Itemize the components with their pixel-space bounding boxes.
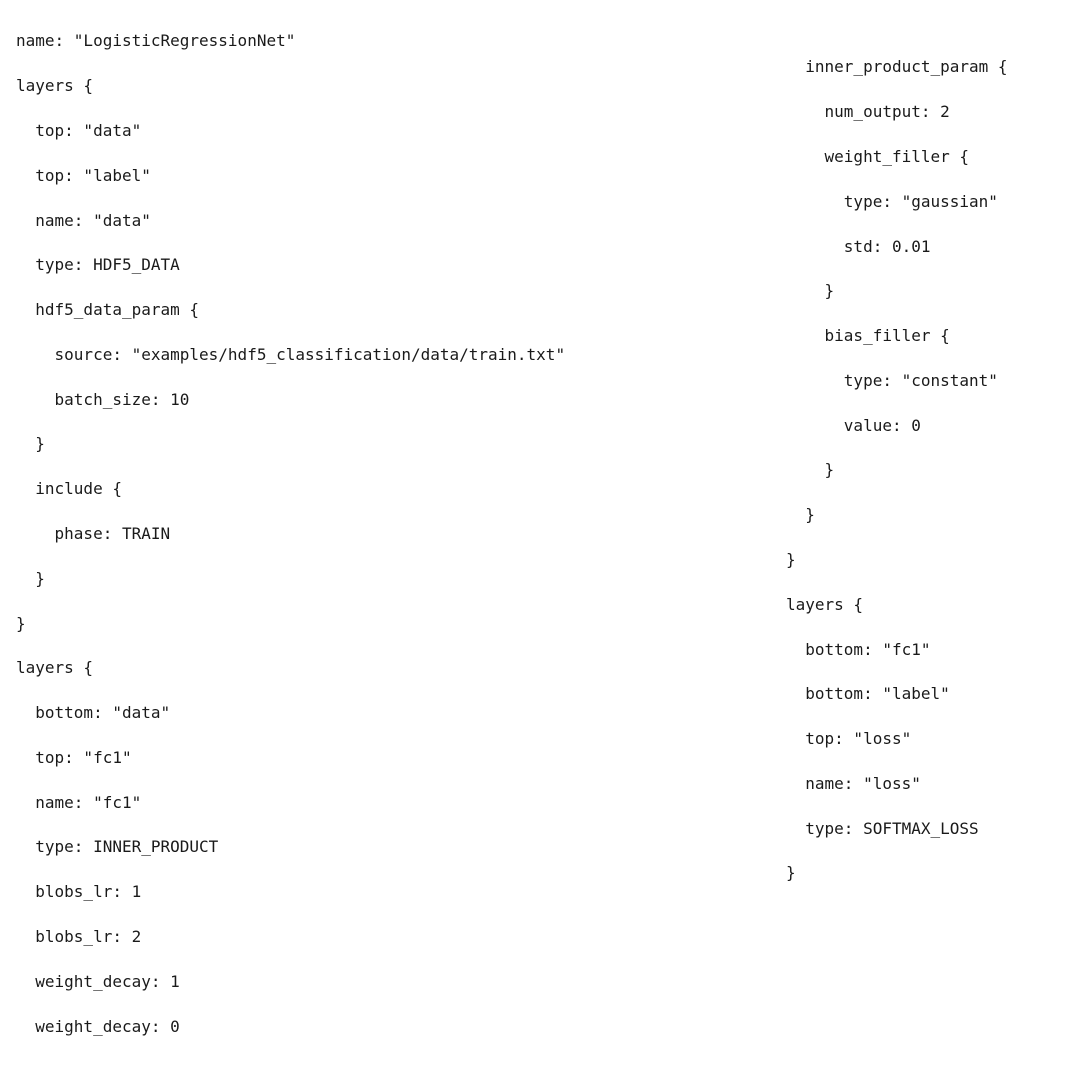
code-line: type: SOFTMAX_LOSS: [786, 818, 1008, 840]
code-line: layers {: [16, 75, 786, 97]
code-line: }: [16, 613, 786, 635]
code-line: type: "constant": [786, 370, 1008, 392]
code-line: blobs_lr: 2: [16, 926, 786, 948]
code-column-left: name: "LogisticRegressionNet" layers { t…: [16, 8, 786, 1083]
code-line: layers {: [786, 594, 1008, 616]
code-line: value: 0: [786, 415, 1008, 437]
code-line: weight_filler {: [786, 146, 1008, 168]
code-line: batch_size: 10: [16, 389, 786, 411]
code-line: bottom: "data": [16, 702, 786, 724]
code-line: }: [16, 568, 786, 590]
code-columns: name: "LogisticRegressionNet" layers { t…: [16, 8, 1088, 1083]
code-line: bottom: "label": [786, 683, 1008, 705]
code-line: name: "fc1": [16, 792, 786, 814]
code-line: }: [786, 459, 1008, 481]
code-line: top: "data": [16, 120, 786, 142]
code-line: num_output: 2: [786, 101, 1008, 123]
code-line: bias_filler {: [786, 325, 1008, 347]
code-line: }: [786, 549, 1008, 571]
code-line: inner_product_param {: [786, 56, 1008, 78]
code-line: blobs_lr: 1: [16, 881, 786, 903]
code-line: layers {: [16, 657, 786, 679]
code-line: name: "loss": [786, 773, 1008, 795]
code-column-right: inner_product_param { num_output: 2 weig…: [786, 8, 1008, 1083]
code-line: hdf5_data_param {: [16, 299, 786, 321]
code-line: weight_decay: 1: [16, 971, 786, 993]
code-line: top: "loss": [786, 728, 1008, 750]
code-line: }: [786, 504, 1008, 526]
code-line: name: "LogisticRegressionNet": [16, 30, 786, 52]
code-line: }: [786, 862, 1008, 884]
code-line: name: "data": [16, 210, 786, 232]
code-line: type: "gaussian": [786, 191, 1008, 213]
code-line: source: "examples/hdf5_classification/da…: [16, 344, 786, 366]
code-line: bottom: "fc1": [786, 639, 1008, 661]
code-line: include {: [16, 478, 786, 500]
code-line: std: 0.01: [786, 236, 1008, 258]
code-line: }: [786, 280, 1008, 302]
code-line: }: [16, 433, 786, 455]
code-line: type: HDF5_DATA: [16, 254, 786, 276]
code-line: phase: TRAIN: [16, 523, 786, 545]
code-line: weight_decay: 0: [16, 1016, 786, 1038]
code-line: top: "label": [16, 165, 786, 187]
code-line: top: "fc1": [16, 747, 786, 769]
code-line: type: INNER_PRODUCT: [16, 836, 786, 858]
